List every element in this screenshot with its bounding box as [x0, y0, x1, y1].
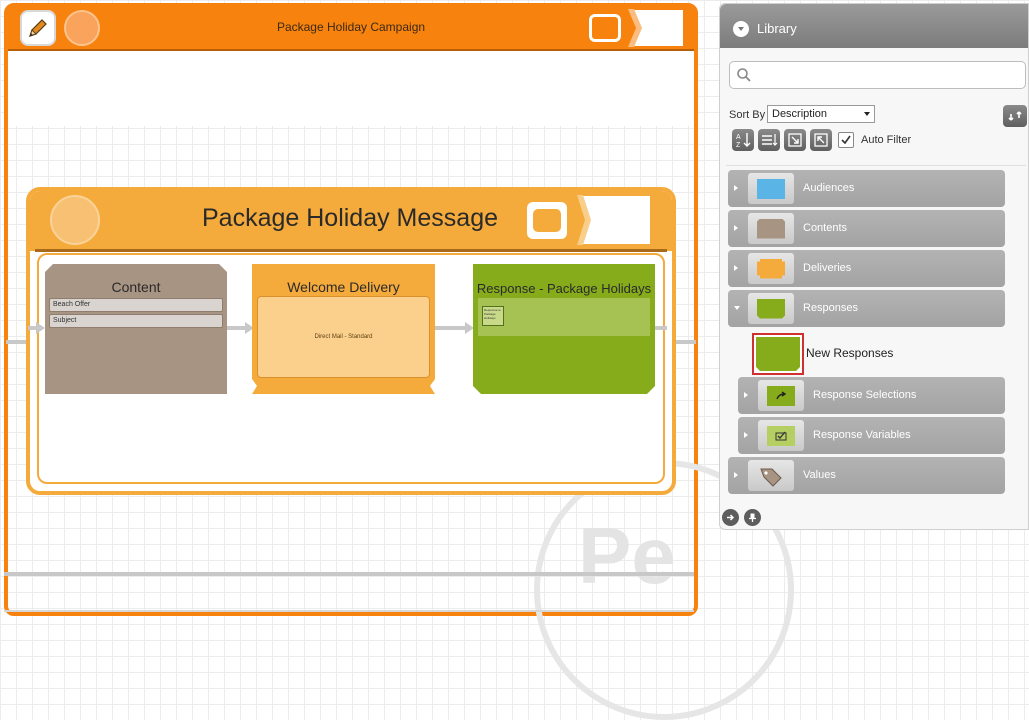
library-search[interactable] [729, 61, 1026, 89]
campaign-header: Package Holiday Campaign [8, 7, 694, 51]
expand-arrow-icon[interactable] [744, 432, 748, 438]
flow-arrow-3 [465, 322, 474, 334]
library-pin-button[interactable] [744, 509, 761, 526]
sort-by-value: Description [772, 108, 828, 120]
sort-by-select[interactable]: Description [767, 105, 875, 123]
flow-line-in [6, 340, 28, 344]
response-items-area: Response to Package Holidays [478, 298, 650, 336]
audience-icon [748, 173, 794, 204]
library-item-label: Values [803, 469, 836, 481]
expand-arrow-icon[interactable] [734, 472, 738, 478]
library-item-label: Response Variables [813, 429, 911, 441]
message-header: Package Holiday Message [30, 191, 672, 251]
campaign-collapse-button[interactable] [589, 14, 621, 42]
value-tag-icon [748, 460, 794, 491]
library-collapse-button[interactable] [733, 21, 749, 37]
chevron-down-icon [738, 27, 744, 31]
import-button[interactable] [784, 129, 806, 151]
response-node[interactable]: Response - Package Holidays Response to … [473, 264, 655, 394]
delivery-node-title: Welcome Delivery [287, 279, 400, 295]
message-collapse-button[interactable] [527, 202, 567, 239]
library-item-audiences[interactable]: Audiences [728, 170, 1005, 207]
flow-line-2 [227, 326, 245, 330]
campaign-next-arrow-icon[interactable] [626, 8, 688, 48]
sort-az-button[interactable]: A Z [732, 129, 754, 151]
checkmark-icon [841, 135, 851, 145]
list-sort-button[interactable] [758, 129, 780, 151]
export-button[interactable] [810, 129, 832, 151]
message-collapse-icon [533, 209, 561, 232]
search-icon [737, 68, 751, 82]
campaign-bottom-track [4, 572, 694, 576]
library-item-label: Deliveries [803, 262, 852, 274]
sort-az-icon: A Z [736, 133, 751, 149]
content-field-subject[interactable]: Subject [49, 314, 223, 328]
content-node-title: Content [111, 279, 161, 295]
library-header: Library [720, 4, 1028, 48]
response-variable-icon [758, 420, 804, 451]
export-icon [814, 133, 828, 147]
expand-arrow-icon[interactable] [734, 225, 738, 231]
library-title: Library [757, 21, 797, 36]
message-title: Package Holiday Message [202, 204, 498, 232]
content-icon [748, 213, 794, 244]
library-item-label: Contents [803, 222, 848, 234]
delivery-node[interactable]: Welcome Delivery Direct Mail - Standard [252, 264, 435, 394]
message-status-circle[interactable] [50, 195, 100, 245]
list-sort-icon [762, 134, 778, 146]
library-navigate-button[interactable] [722, 509, 739, 526]
flow-line-3 [435, 326, 466, 330]
library-item-deliveries[interactable]: Deliveries [728, 250, 1005, 287]
library-divider [726, 165, 1026, 166]
svg-text:Z: Z [736, 142, 741, 149]
auto-filter-checkbox[interactable] [838, 132, 854, 148]
watermark-text: Pe [578, 511, 676, 600]
delivery-channel[interactable]: Direct Mail - Standard [257, 296, 430, 378]
dropdown-caret-icon [864, 112, 870, 116]
library-footer [719, 506, 765, 530]
new-responses-label[interactable]: New Responses [806, 346, 893, 360]
refresh-button[interactable] [1003, 105, 1027, 127]
library-item-values[interactable]: Values [728, 457, 1005, 494]
campaign-white-area [8, 51, 694, 126]
pin-icon [749, 513, 756, 522]
import-icon [788, 133, 802, 147]
flow-arrow-1 [36, 322, 45, 334]
sort-by-label: Sort By [729, 109, 766, 121]
response-icon [748, 293, 794, 324]
collapse-arrow-icon[interactable] [734, 306, 740, 310]
flow-line-4 [655, 326, 667, 330]
content-node[interactable]: Content Beach Offer Subject [45, 264, 227, 394]
new-response-icon [756, 337, 800, 371]
flow-line-1 [28, 326, 36, 330]
expand-arrow-icon[interactable] [734, 185, 738, 191]
library-item-response-selections[interactable]: Response Selections [738, 377, 1005, 414]
response-selection-icon [758, 380, 804, 411]
library-item-label: Response Selections [813, 389, 917, 401]
new-responses-item[interactable] [752, 333, 804, 375]
message-next-arrow-icon[interactable] [575, 193, 653, 247]
campaign-bottom-track-2 [4, 610, 694, 612]
library-item-contents[interactable]: Contents [728, 210, 1005, 247]
arrow-right-icon [727, 514, 735, 521]
refresh-icon [1008, 111, 1022, 121]
library-item-label: Audiences [803, 182, 855, 194]
library-item-label: Responses [803, 302, 859, 314]
message-header-divider [35, 249, 667, 252]
library-item-responses[interactable]: Responses [728, 290, 1005, 327]
library-panel: Library Sort By Description A Z Auto Fil… [719, 3, 1029, 530]
expand-arrow-icon[interactable] [734, 265, 738, 271]
auto-filter-label: Auto Filter [861, 134, 912, 146]
svg-text:A: A [736, 134, 741, 141]
response-node-title: Response - Package Holidays [476, 281, 652, 296]
search-input[interactable] [756, 65, 1021, 85]
response-item-chip[interactable]: Response to Package Holidays [482, 306, 504, 326]
expand-arrow-icon[interactable] [744, 392, 748, 398]
library-item-response-variables[interactable]: Response Variables [738, 417, 1005, 454]
delivery-icon [748, 253, 794, 284]
content-field-beach-offer[interactable]: Beach Offer [49, 298, 223, 312]
